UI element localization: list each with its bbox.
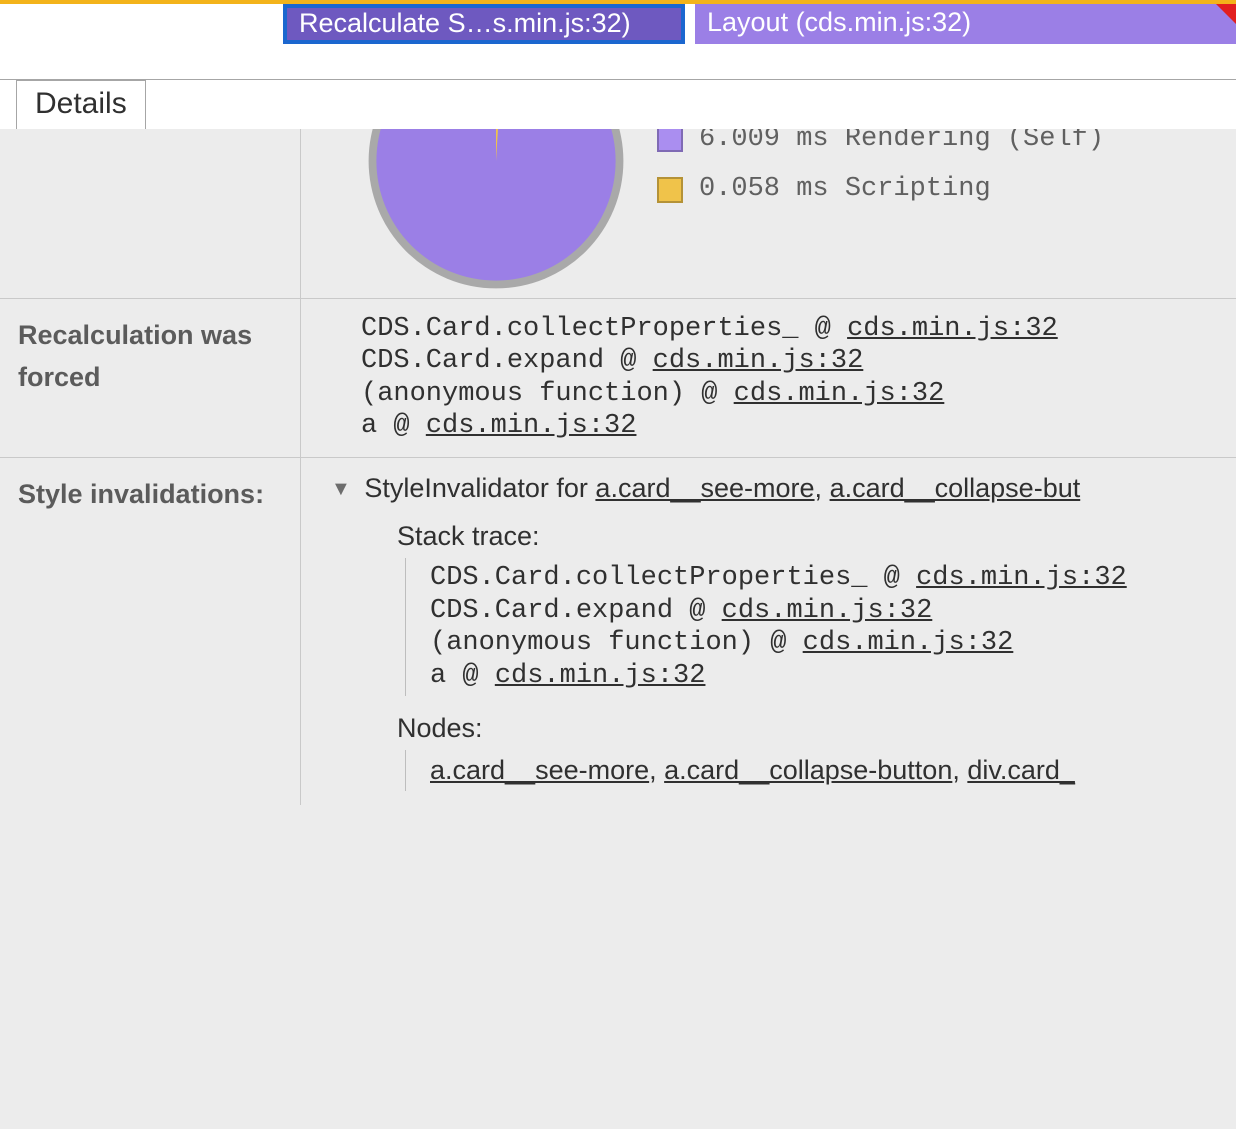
recalculation-forced-row: Recalculation was forced CDS.Card.collec… xyxy=(0,299,1236,458)
nodes-block: a.card__see-more, a.card__collapse-butto… xyxy=(405,750,1228,790)
selector-link[interactable]: a.card__see-more xyxy=(595,473,814,503)
stack-frame: a @ cds.min.js:32 xyxy=(361,410,1228,442)
style-invalidations-row: Style invalidations: ▼ StyleInvalidator … xyxy=(0,458,1236,805)
stack-frame: CDS.Card.expand @ cds.min.js:32 xyxy=(361,345,1228,377)
node-link[interactable]: a.card__collapse-button xyxy=(664,755,952,785)
recalculation-forced-label: Recalculation was forced xyxy=(0,299,300,457)
warning-triangle-icon xyxy=(1216,4,1236,24)
style-invalidations-value: ▼ StyleInvalidator for a.card__see-more,… xyxy=(300,458,1236,805)
stack-frame: (anonymous function) @ cds.min.js:32 xyxy=(361,378,1228,410)
stack-trace-block: CDS.Card.collectProperties_ @ cds.min.js… xyxy=(405,558,1228,696)
stack-trace-heading: Stack trace: xyxy=(397,520,1228,552)
style-invalidations-label: Style invalidations: xyxy=(0,458,300,805)
flamechart-row[interactable]: Recalculate S…s.min.js:32) Layout (cds.m… xyxy=(0,0,1236,44)
legend-rendering-text: 6.009 ms Rendering (Self) xyxy=(699,129,1104,155)
flame-bar-layout[interactable]: Layout (cds.min.js:32) xyxy=(695,4,1236,44)
source-link[interactable]: cds.min.js:32 xyxy=(653,346,864,376)
invalidator-tree-item[interactable]: ▼ StyleInvalidator for a.card__see-more,… xyxy=(331,472,1228,504)
source-link[interactable]: cds.min.js:32 xyxy=(734,379,945,409)
node-link[interactable]: a.card__see-more xyxy=(430,755,649,785)
details-panel: 6.009 ms Rendering (Self) 0.058 ms Scrip… xyxy=(0,129,1236,1129)
source-link[interactable]: cds.min.js:32 xyxy=(495,661,706,691)
source-link[interactable]: cds.min.js:32 xyxy=(803,628,1014,658)
flame-bar-recalculate-style[interactable]: Recalculate S…s.min.js:32) xyxy=(283,4,685,44)
legend-scripting-text: 0.058 ms Scripting xyxy=(699,173,991,205)
node-link[interactable]: div.card_ xyxy=(967,755,1075,785)
source-link[interactable]: cds.min.js:32 xyxy=(426,411,637,441)
details-tab-strip: Details xyxy=(0,80,1236,129)
swatch-rendering-icon xyxy=(657,129,683,152)
stack-frame: a @ cds.min.js:32 xyxy=(430,660,1228,692)
stack-frame: CDS.Card.collectProperties_ @ cds.min.js… xyxy=(430,562,1228,594)
aggregated-time-row: 6.009 ms Rendering (Self) 0.058 ms Scrip… xyxy=(0,129,1236,299)
nodes-heading: Nodes: xyxy=(397,712,1228,744)
time-pie-chart xyxy=(361,129,631,291)
recalculation-forced-stack: CDS.Card.collectProperties_ @ cds.min.js… xyxy=(300,299,1236,457)
spacer xyxy=(0,44,1236,80)
stack-frame: CDS.Card.expand @ cds.min.js:32 xyxy=(430,595,1228,627)
selector-link[interactable]: a.card__collapse-but xyxy=(830,473,1081,503)
stack-frame: CDS.Card.collectProperties_ @ cds.min.js… xyxy=(361,313,1228,345)
swatch-scripting-icon xyxy=(657,177,683,203)
aggregated-time-label xyxy=(0,129,300,298)
source-link[interactable]: cds.min.js:32 xyxy=(916,563,1127,593)
source-link[interactable]: cds.min.js:32 xyxy=(722,596,933,626)
source-link[interactable]: cds.min.js:32 xyxy=(847,314,1058,344)
legend-scripting: 0.058 ms Scripting xyxy=(657,173,1228,205)
stack-frame: (anonymous function) @ cds.min.js:32 xyxy=(430,627,1228,659)
chevron-down-icon[interactable]: ▼ xyxy=(331,477,351,501)
tab-details[interactable]: Details xyxy=(16,80,146,129)
legend-rendering: 6.009 ms Rendering (Self) xyxy=(657,129,1228,155)
